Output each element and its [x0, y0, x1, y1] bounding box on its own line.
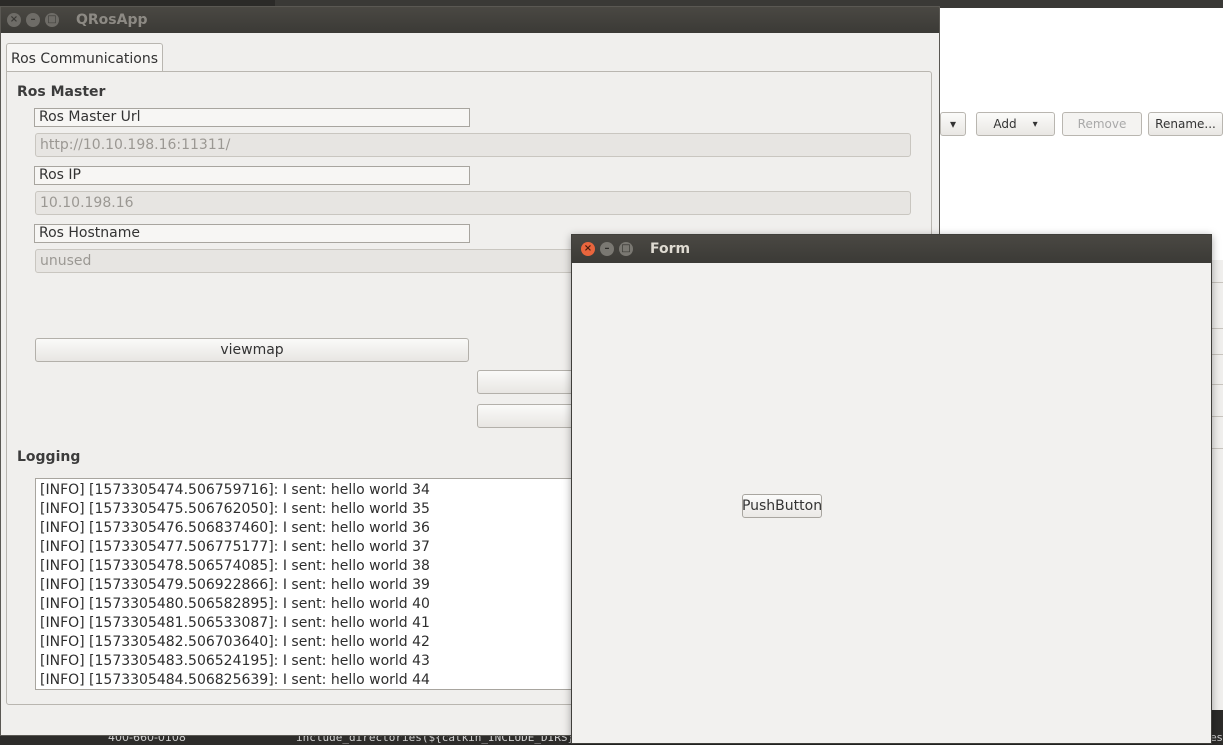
close-icon[interactable]: × — [7, 13, 21, 27]
list-item[interactable]: [INFO] [1573305481.506533087]: I sent: h… — [40, 614, 590, 633]
maximize-icon[interactable]: □ — [45, 13, 59, 27]
push-button-label: PushButton — [741, 498, 823, 514]
ros-ip-label: Ros IP — [34, 166, 470, 185]
ros-master-url-label: Ros Master Url — [34, 108, 470, 127]
rename-button[interactable]: Rename... — [1148, 112, 1223, 136]
minimize-icon[interactable]: – — [26, 13, 40, 27]
ros-master-url-input[interactable]: http://10.10.198.16:11311/ — [35, 133, 911, 157]
add-button-label: Add — [993, 117, 1017, 131]
list-item[interactable]: [INFO] [1573305479.506922866]: I sent: h… — [40, 576, 590, 595]
remove-button[interactable]: Remove — [1062, 112, 1142, 136]
logging-group-title: Logging — [17, 449, 81, 465]
list-item[interactable]: [INFO] [1573305478.506574085]: I sent: h… — [40, 557, 590, 576]
add-button[interactable]: Add ▾ — [976, 112, 1055, 136]
form-window: × – □ Form PushButton — [571, 234, 1212, 744]
ros-ip-input[interactable]: 10.10.198.16 — [35, 191, 911, 215]
rename-button-label: Rename... — [1155, 117, 1216, 131]
list-item[interactable]: [INFO] [1573305476.506837460]: I sent: h… — [40, 519, 590, 538]
chevron-down-icon: ▾ — [949, 117, 957, 131]
ros-hostname-label: Ros Hostname — [34, 224, 470, 243]
list-item[interactable]: [INFO] [1573305484.506825639]: I sent: h… — [40, 671, 590, 689]
list-item[interactable]: [INFO] [1573305483.506524195]: I sent: h… — [40, 652, 590, 671]
list-item[interactable]: [INFO] [1573305474.506759716]: I sent: h… — [40, 481, 590, 500]
viewmap-button-label: viewmap — [220, 342, 284, 358]
remove-button-label: Remove — [1077, 117, 1127, 131]
window-title: QRosApp — [76, 12, 148, 28]
qrosapp-titlebar: × – □ QRosApp — [1, 7, 939, 33]
push-button[interactable]: PushButton — [742, 494, 822, 518]
form-title: Form — [650, 241, 691, 257]
tab-ros-communications[interactable]: Ros Communications — [6, 43, 163, 73]
ros-master-group-title: Ros Master — [17, 84, 106, 100]
list-item[interactable]: [INFO] [1573305475.506762050]: I sent: h… — [40, 500, 590, 519]
close-icon[interactable]: × — [581, 242, 595, 256]
viewmap-button[interactable]: viewmap — [35, 338, 469, 362]
chevron-down-icon: ▾ — [1032, 118, 1038, 130]
background-dropdown-button[interactable]: ▾ — [940, 112, 966, 136]
list-item[interactable]: [INFO] [1573305480.506582895]: I sent: h… — [40, 595, 590, 614]
list-item[interactable]: [INFO] [1573305477.506775177]: I sent: h… — [40, 538, 590, 557]
maximize-icon[interactable]: □ — [619, 242, 633, 256]
tab-label: Ros Communications — [10, 50, 159, 67]
list-item[interactable]: [INFO] [1573305482.506703640]: I sent: h… — [40, 633, 590, 652]
form-titlebar: × – □ Form — [572, 235, 1211, 263]
minimize-icon[interactable]: – — [600, 242, 614, 256]
logging-list[interactable]: [INFO] [1573305474.506759716]: I sent: h… — [35, 478, 595, 690]
